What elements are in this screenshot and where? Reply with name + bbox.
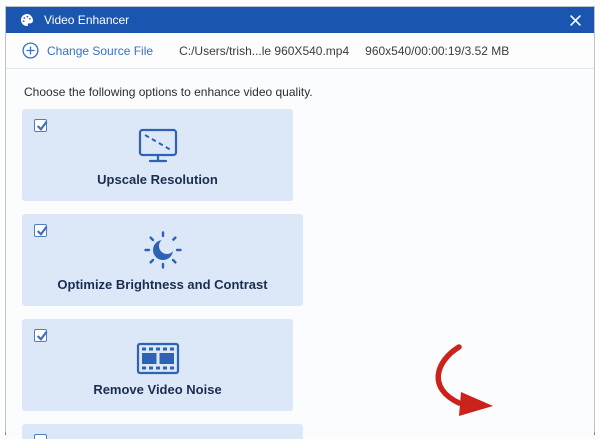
app-palette-icon xyxy=(19,12,35,28)
main-area: Choose the following options to enhance … xyxy=(6,69,594,439)
option-card-upscale-resolution[interactable]: Upscale Resolution xyxy=(22,109,293,201)
monitor-upscale-icon xyxy=(22,109,293,167)
source-file-bar: Change Source File C:/Users/trish...le 9… xyxy=(6,33,594,69)
filmstrip-icon xyxy=(22,319,293,377)
screenshot-canvas: Video Enhancer Change Source File C:/Use… xyxy=(0,0,600,439)
camera-shake-icon xyxy=(22,424,303,439)
option-card-remove-noise[interactable]: Remove Video Noise xyxy=(22,319,293,411)
brightness-sun-icon xyxy=(22,214,303,272)
window-title: Video Enhancer xyxy=(44,13,130,27)
titlebar: Video Enhancer xyxy=(6,7,594,33)
change-source-file-button[interactable]: Change Source File xyxy=(22,42,153,59)
card-label: Optimize Brightness and Contrast xyxy=(57,277,268,292)
instruction-text: Choose the following options to enhance … xyxy=(24,85,313,99)
options-grid: Upscale Resolution Optimize Brightness a… xyxy=(6,109,594,439)
video-enhancer-window: Video Enhancer Change Source File C:/Use… xyxy=(5,6,595,439)
option-card-optimize-brightness[interactable]: Optimize Brightness and Contrast xyxy=(22,214,303,306)
source-file-info: 960x540/00:00:19/3.52 MB xyxy=(365,43,510,58)
option-card-reduce-shaking[interactable]: Reduce Video Shaking xyxy=(22,424,303,439)
source-file-path: C:/Users/trish...le 960X540.mp4 xyxy=(179,43,350,58)
upscale-resolution-checkbox[interactable] xyxy=(34,119,48,132)
optimize-brightness-checkbox[interactable] xyxy=(34,224,48,237)
remove-noise-checkbox[interactable] xyxy=(34,329,48,342)
card-label: Upscale Resolution xyxy=(97,172,218,187)
add-circle-icon xyxy=(22,42,39,59)
card-label: Remove Video Noise xyxy=(93,382,222,397)
reduce-shaking-checkbox[interactable] xyxy=(34,434,47,439)
close-icon[interactable] xyxy=(568,13,582,27)
change-source-file-label: Change Source File xyxy=(47,43,154,58)
